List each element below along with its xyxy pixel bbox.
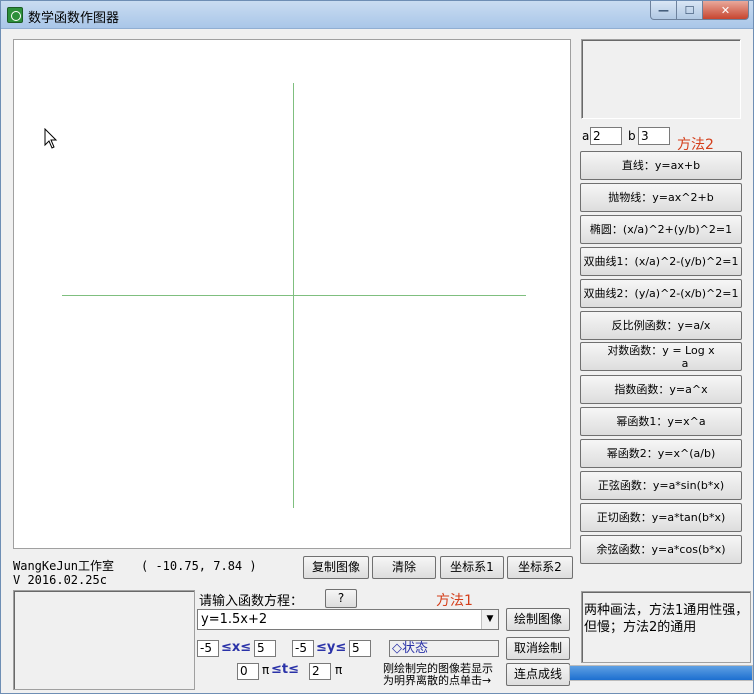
hint-note: 刚绘制完的图像若显示 为明界离散的点单击→ xyxy=(383,663,493,687)
maximize-icon: ☐ xyxy=(684,3,695,17)
connect-points-button[interactable]: 连点成线 xyxy=(506,663,570,686)
progress-fill xyxy=(570,666,752,680)
graph-canvas[interactable] xyxy=(13,39,571,549)
chevron-down-icon[interactable]: ▼ xyxy=(481,610,498,629)
arrow-cursor-icon xyxy=(44,128,58,149)
studio-name: WangKeJun工作室 xyxy=(13,559,115,573)
power2-function-button[interactable]: 幂函数2：y=x^(a/b) xyxy=(580,439,742,468)
cancel-draw-button[interactable]: 取消绘制 xyxy=(506,637,570,660)
x-axis xyxy=(62,295,526,296)
inverse-function-button[interactable]: 反比例函数：y=a/x xyxy=(580,311,742,340)
equation-prompt: 请输入函数方程： xyxy=(199,594,304,609)
line-function-button[interactable]: 直线：y=ax+b xyxy=(580,151,742,180)
a-label: a xyxy=(582,129,590,143)
hint-line-2: 为明界离散的点单击→ xyxy=(383,674,492,687)
t-min-input[interactable]: 0 xyxy=(237,663,259,680)
minimize-icon: — xyxy=(658,3,669,17)
x-max-input[interactable]: 5 xyxy=(254,640,276,657)
x-min-input[interactable]: -5 xyxy=(197,640,219,657)
parabola-function-button[interactable]: 抛物线：y=ax^2+b xyxy=(580,183,742,212)
cosine-function-button[interactable]: 余弦函数：y=a*cos(b*x) xyxy=(580,535,742,564)
equation-value: y=1.5x+2 xyxy=(201,612,268,627)
x-range-operator: ≤x≤ xyxy=(221,640,252,655)
coord-system1-button[interactable]: 坐标系1 xyxy=(440,556,504,579)
y-axis xyxy=(293,83,294,508)
title-bar: 数学函数作图器 — ☐ ✕ xyxy=(1,1,753,29)
copy-image-button[interactable]: 复制图像 xyxy=(303,556,369,579)
app-window: 数学函数作图器 — ☐ ✕ a 2 b 3 方法2 直线：y=ax+b 抛物线：… xyxy=(0,0,754,694)
log-base-label: a xyxy=(681,357,689,370)
ellipse-function-button[interactable]: 椭圆：(x/a)^2+(y/b)^2=1 xyxy=(580,215,742,244)
hyperbola1-function-button[interactable]: 双曲线1：(x/a)^2-(y/b)^2=1 xyxy=(580,247,742,276)
log-function-button[interactable]: 对数函数：y = Log x a xyxy=(580,342,742,371)
log-function-label: 对数函数：y = Log x xyxy=(607,344,715,357)
version-text: V 2016.02.25c xyxy=(13,573,107,587)
coord-system2-button[interactable]: 坐标系2 xyxy=(507,556,573,579)
state-toggle[interactable]: ◇状态 xyxy=(389,640,499,657)
pi-symbol-2: π xyxy=(335,663,343,677)
clear-button[interactable]: 清除 xyxy=(372,556,436,579)
a-input[interactable]: 2 xyxy=(590,127,622,145)
app-icon xyxy=(7,7,23,23)
window-title: 数学函数作图器 xyxy=(28,11,120,26)
pi-symbol-1: π xyxy=(262,663,270,677)
t-max-input[interactable]: 2 xyxy=(309,663,331,680)
cursor-coordinates: ( -10.75, 7.84 ) xyxy=(141,559,257,573)
power1-function-button[interactable]: 幂函数1：y=x^a xyxy=(580,407,742,436)
close-icon: ✕ xyxy=(720,3,731,17)
b-input[interactable]: 3 xyxy=(638,127,670,145)
preview-box xyxy=(581,39,741,119)
close-button[interactable]: ✕ xyxy=(702,1,749,20)
minimize-button[interactable]: — xyxy=(650,1,677,20)
sine-function-button[interactable]: 正弦函数：y=a*sin(b*x) xyxy=(580,471,742,500)
progress-bar xyxy=(569,665,753,681)
exponential-function-button[interactable]: 指数函数：y=a^x xyxy=(580,375,742,404)
studio-info: WangKeJun工作室 V 2016.02.25c xyxy=(13,559,114,587)
y-range-operator: ≤y≤ xyxy=(316,640,347,655)
method1-label: 方法1 xyxy=(436,593,473,609)
equation-input[interactable]: y=1.5x+2 ▼ xyxy=(197,609,499,630)
help-button[interactable]: ? xyxy=(325,589,357,608)
draw-image-button[interactable]: 绘制图像 xyxy=(506,608,570,631)
output-panel xyxy=(13,590,195,690)
maximize-button[interactable]: ☐ xyxy=(676,1,703,20)
info-text-box: 两种画法，方法1通用性强，但慢；方法2的通用 xyxy=(581,591,751,663)
hyperbola2-function-button[interactable]: 双曲线2：(y/a)^2-(x/b)^2=1 xyxy=(580,279,742,308)
t-range-operator: ≤t≤ xyxy=(271,662,299,677)
y-max-input[interactable]: 5 xyxy=(349,640,371,657)
tangent-function-button[interactable]: 正切函数：y=a*tan(b*x) xyxy=(580,503,742,532)
y-min-input[interactable]: -5 xyxy=(292,640,314,657)
b-label: b xyxy=(628,129,636,143)
